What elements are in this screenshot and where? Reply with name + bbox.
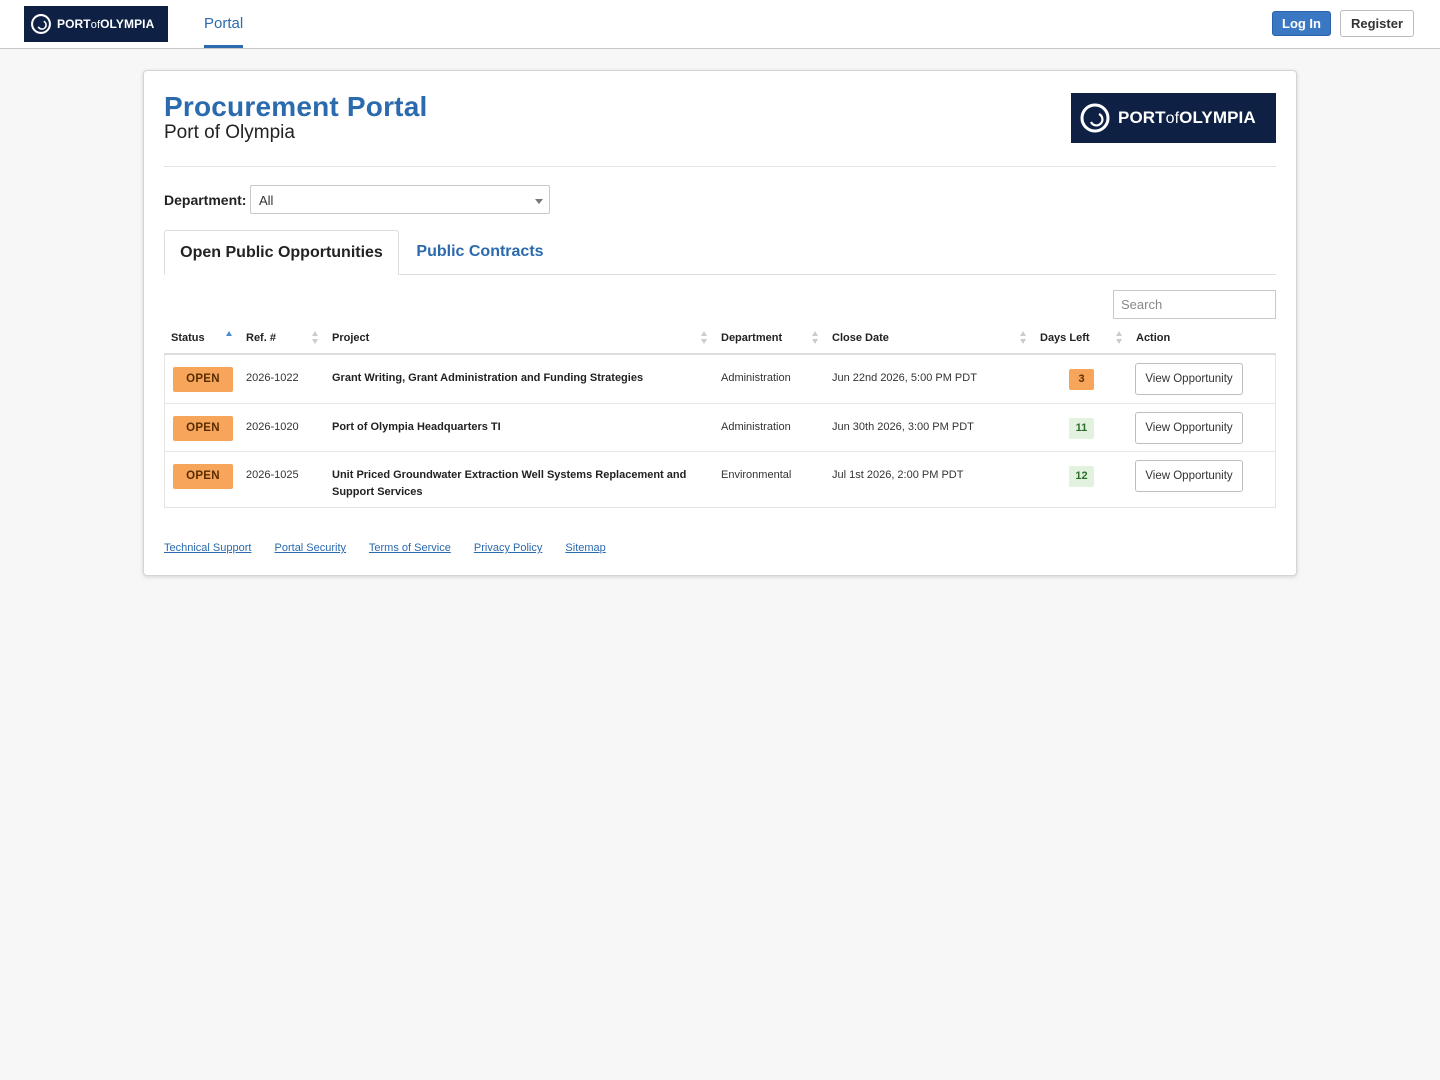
- header-divider: [164, 166, 1276, 167]
- close-date-cell: Jun 30th 2026, 3:00 PM PDT: [832, 421, 974, 433]
- logo-swirl-icon: [30, 13, 52, 35]
- col-header-close-date[interactable]: Close Date: [832, 332, 889, 344]
- department-cell: Administration: [721, 372, 791, 384]
- department-label: Department:: [164, 192, 247, 208]
- days-left-badge: 11: [1069, 418, 1094, 439]
- department-select[interactable]: All: [250, 185, 550, 214]
- ref-number: 2026-1020: [246, 421, 299, 433]
- department-cell: Environmental: [721, 469, 792, 481]
- sort-icon[interactable]: [812, 331, 820, 345]
- table-body: OPEN 2026-1022 Grant Writing, Grant Admi…: [164, 355, 1276, 508]
- col-header-status[interactable]: Status: [171, 332, 205, 344]
- footer-link-technical-support[interactable]: Technical Support: [164, 542, 251, 554]
- view-opportunity-button[interactable]: View Opportunity: [1135, 412, 1243, 444]
- sort-icon[interactable]: [312, 331, 320, 345]
- project-name: Grant Writing, Grant Administration and …: [332, 372, 644, 384]
- footer-link-portal-security[interactable]: Portal Security: [275, 542, 347, 554]
- status-badge: OPEN: [173, 416, 233, 441]
- search-input[interactable]: [1113, 290, 1276, 319]
- page-title: Procurement Portal: [164, 91, 428, 122]
- status-badge: OPEN: [173, 367, 233, 392]
- table-row: OPEN 2026-1022 Grant Writing, Grant Admi…: [165, 355, 1275, 403]
- close-date-cell: Jul 1st 2026, 2:00 PM PDT: [832, 469, 964, 481]
- footer-link-sitemap[interactable]: Sitemap: [565, 542, 605, 554]
- col-header-action: Action: [1136, 332, 1171, 344]
- ref-number: 2026-1025: [246, 469, 299, 481]
- logo-swirl-icon: [1079, 102, 1111, 134]
- chevron-down-icon: [535, 199, 543, 204]
- footer-link-privacy-policy[interactable]: Privacy Policy: [474, 542, 542, 554]
- port-of-olympia-logo[interactable]: PORTofOLYMPIA: [24, 6, 168, 42]
- days-left-badge: 3: [1069, 369, 1094, 390]
- register-button[interactable]: Register: [1340, 10, 1414, 37]
- tab-open-public-opportunities[interactable]: Open Public Opportunities: [164, 230, 399, 275]
- footer-links: Technical Support Portal Security Terms …: [164, 542, 626, 554]
- sort-icon[interactable]: [701, 331, 709, 345]
- col-header-days-left[interactable]: Days Left: [1040, 332, 1090, 344]
- nav-portal-link[interactable]: Portal: [204, 0, 244, 48]
- table-header: Status Ref. # Project Department Close D…: [164, 324, 1276, 355]
- ref-number: 2026-1022: [246, 372, 299, 384]
- opportunities-table: Status Ref. # Project Department Close D…: [164, 324, 1276, 508]
- page-subtitle: Port of Olympia: [164, 122, 295, 143]
- close-date-cell: Jun 22nd 2026, 5:00 PM PDT: [832, 372, 977, 384]
- col-header-ref[interactable]: Ref. #: [246, 332, 276, 344]
- col-header-project[interactable]: Project: [332, 332, 369, 344]
- sort-icon[interactable]: [1116, 331, 1124, 345]
- days-left-badge: 12: [1069, 466, 1094, 487]
- department-selected-value: All: [259, 193, 274, 208]
- department-cell: Administration: [721, 421, 791, 433]
- view-opportunity-button[interactable]: View Opportunity: [1135, 460, 1243, 492]
- top-navbar: PORTofOLYMPIA Portal Log In Register: [0, 0, 1440, 49]
- sort-icon[interactable]: [226, 331, 234, 345]
- logo-text: PORTofOLYMPIA: [1118, 108, 1256, 127]
- agency-logo: PORTofOLYMPIA: [1071, 93, 1276, 143]
- status-badge: OPEN: [173, 464, 233, 489]
- table-row: OPEN 2026-1020 Port of Olympia Headquart…: [165, 403, 1275, 451]
- col-header-department[interactable]: Department: [721, 332, 782, 344]
- table-row: OPEN 2026-1025 Unit Priced Groundwater E…: [165, 451, 1275, 507]
- project-name: Unit Priced Groundwater Extraction Well …: [332, 469, 687, 498]
- login-button[interactable]: Log In: [1272, 11, 1331, 36]
- footer-link-terms-of-service[interactable]: Terms of Service: [369, 542, 451, 554]
- sort-icon[interactable]: [1020, 331, 1028, 345]
- tab-public-contracts[interactable]: Public Contracts: [399, 230, 561, 275]
- view-opportunity-button[interactable]: View Opportunity: [1135, 363, 1243, 395]
- logo-text: PORTofOLYMPIA: [57, 17, 155, 31]
- project-name: Port of Olympia Headquarters TI: [332, 421, 501, 433]
- portal-card: Procurement Portal Port of Olympia PORTo…: [143, 70, 1297, 576]
